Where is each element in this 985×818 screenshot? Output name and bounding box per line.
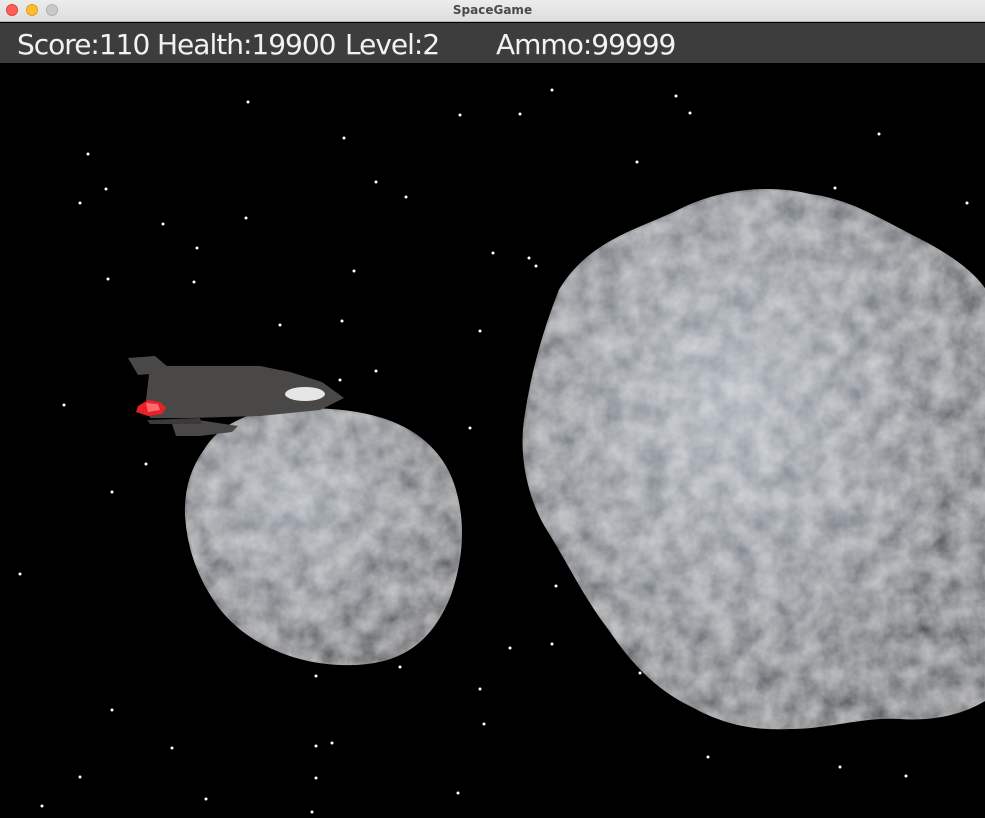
- cockpit-window: [285, 387, 325, 401]
- score-label: Score:110: [17, 28, 150, 61]
- large-asteroid: [522, 189, 985, 730]
- ammo-label: Ammo:99999: [496, 28, 676, 61]
- hud-bar: Score:110 Health:19900 Level:2 Ammo:9999…: [0, 23, 985, 63]
- level-label: Level:2: [345, 28, 440, 61]
- game-window: SpaceGame Score:110 Health:19900 Level:2…: [0, 0, 985, 818]
- game-scene: [128, 189, 985, 730]
- small-asteroid: [184, 408, 462, 666]
- health-label: Health:19900: [157, 28, 336, 61]
